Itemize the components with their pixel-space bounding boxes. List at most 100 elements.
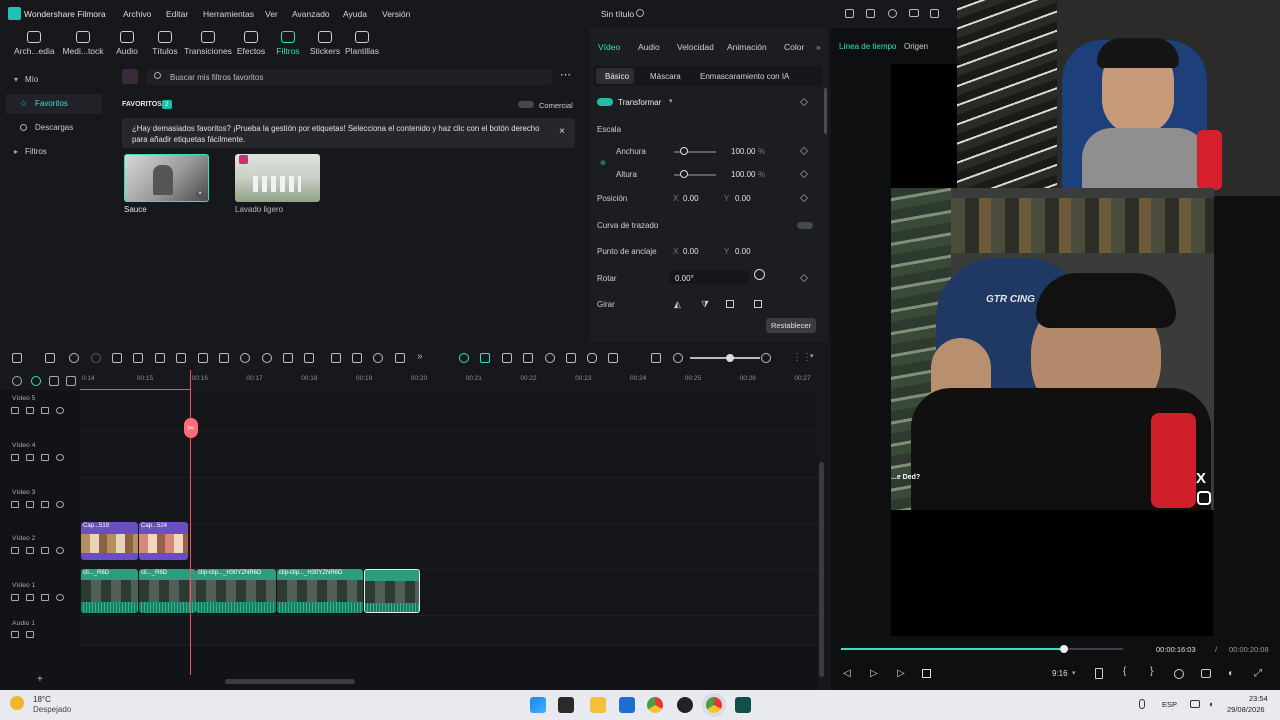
altura-slider-knob[interactable] (680, 170, 688, 178)
grid-view-icon[interactable]: ⋮⋮ (792, 352, 812, 363)
more-options-icon[interactable]: ⋯ (560, 68, 571, 81)
scene-icon[interactable] (502, 353, 512, 363)
layout-icon[interactable] (12, 353, 22, 363)
track-manager-icon[interactable] (66, 376, 76, 386)
pos-x-value[interactable]: 0.00 (683, 194, 699, 203)
rotation-dial-icon[interactable] (754, 269, 765, 280)
ai-filter-button[interactable] (122, 69, 138, 84)
magic-icon[interactable] (41, 454, 49, 461)
previous-frame-icon[interactable]: ◁ (843, 668, 851, 679)
tab-origen[interactable]: Origen (904, 42, 928, 51)
horizontal-scrollbar[interactable] (225, 679, 355, 684)
link-icon[interactable] (523, 353, 533, 363)
pos-y-value[interactable]: 0.00 (735, 194, 751, 203)
eye-icon[interactable] (56, 501, 64, 508)
zoom-slider[interactable] (690, 357, 760, 359)
magic-icon[interactable] (41, 594, 49, 601)
keyframe-icon[interactable] (799, 97, 809, 107)
mute-icon[interactable] (26, 454, 34, 461)
weather-temp[interactable]: 18°C (33, 695, 51, 704)
weather-icon[interactable] (10, 696, 24, 710)
tool-archivos-media[interactable]: Arch...edia (14, 31, 55, 56)
monitor-icon[interactable] (909, 9, 919, 17)
ai-mate-icon[interactable] (459, 353, 469, 363)
select-icon[interactable] (45, 353, 55, 363)
chevron-down-icon[interactable]: ▾ (810, 352, 814, 360)
caption-clip[interactable]: Cap...524 (139, 522, 188, 560)
ai-icon[interactable] (373, 353, 383, 363)
mute-icon[interactable] (26, 547, 34, 554)
track-controls[interactable] (11, 631, 34, 638)
render-settings-icon[interactable] (1174, 669, 1184, 679)
mark-in-icon[interactable]: { (1123, 666, 1126, 677)
weather-desc[interactable]: Despejado (33, 705, 71, 714)
pip-icon[interactable] (651, 353, 661, 363)
track-controls[interactable] (11, 594, 64, 601)
anchura-slider-knob[interactable] (680, 147, 688, 155)
lock-icon[interactable] (11, 407, 19, 414)
task-view-icon[interactable] (558, 697, 574, 713)
filter-thumb-sauce[interactable]: + (124, 154, 209, 202)
filmora-taskbar-icon[interactable] (735, 697, 751, 713)
properties-scrollbar[interactable] (824, 88, 827, 134)
add-track-icon[interactable] (49, 376, 59, 386)
rotate-right-icon[interactable] (754, 300, 762, 308)
tab-audio[interactable]: Audio (638, 42, 660, 52)
fullscreen-icon[interactable]: ⤢ (1254, 668, 1262, 679)
altura-value[interactable]: 100.00 (731, 170, 755, 179)
filter-thumb-lavado[interactable] (235, 154, 320, 202)
undo-icon[interactable] (69, 353, 79, 363)
video-clip[interactable]: cli..._R6D (139, 569, 196, 613)
eye-icon[interactable] (56, 594, 64, 601)
support-icon[interactable] (888, 9, 897, 18)
rotar-value[interactable]: 0.00° (675, 274, 694, 283)
file-explorer-icon[interactable] (590, 697, 606, 713)
tool-audio[interactable]: Audio (112, 31, 142, 56)
transform-toggle[interactable] (597, 98, 613, 106)
send-icon[interactable] (866, 9, 875, 18)
mark-out-icon[interactable]: } (1150, 666, 1153, 677)
speed-icon[interactable] (240, 353, 250, 363)
zoom-out-icon[interactable] (673, 353, 683, 363)
start-icon[interactable] (530, 697, 546, 713)
chevron-down-icon[interactable]: ▾ (1072, 669, 1076, 677)
magic-icon[interactable] (41, 501, 49, 508)
tab-animacion[interactable]: Animación (727, 42, 767, 52)
vertical-scrollbar[interactable] (819, 462, 824, 677)
lock-icon[interactable] (11, 501, 19, 508)
curva-toggle[interactable] (797, 222, 813, 229)
menu-version[interactable]: Versión (382, 9, 410, 19)
track-controls[interactable] (11, 501, 64, 508)
snap-icon[interactable] (480, 353, 490, 363)
subtab-mascara[interactable]: Máscara (650, 72, 681, 81)
keyframe-icon[interactable] (799, 169, 809, 179)
settings-icon[interactable] (12, 376, 22, 386)
lock-icon[interactable] (11, 454, 19, 461)
sidebar-item-descargas[interactable]: Descargas (6, 118, 102, 138)
tool-transiciones[interactable]: Transiciones (184, 31, 232, 56)
magic-icon[interactable] (41, 407, 49, 414)
split-icon[interactable] (133, 353, 143, 363)
lock-icon[interactable]: ⊕ (600, 159, 606, 167)
tool-efectos[interactable]: Efectos (236, 31, 266, 56)
smart-icon[interactable] (395, 353, 405, 363)
eye-icon[interactable] (56, 454, 64, 461)
subtab-enmascaramiento-ia[interactable]: Enmascaramiento con IA (700, 72, 789, 81)
eye-icon[interactable] (56, 547, 64, 554)
keyframe-icon[interactable] (799, 273, 809, 283)
zoom-slider-knob[interactable] (726, 354, 734, 362)
language-indicator[interactable]: ESP (1162, 700, 1177, 709)
tab-velocidad[interactable]: Velocidad (677, 42, 714, 52)
video-clip[interactable]: clip-clip..._H30YZNR6D (277, 569, 363, 613)
tool-plantillas[interactable]: Plantillas (345, 31, 379, 56)
tab-linea-de-tiempo[interactable]: Línea de tiempo (839, 42, 896, 51)
recorder-icon[interactable] (677, 697, 693, 713)
reset-button[interactable]: Restablecer (766, 318, 816, 333)
eye-icon[interactable] (56, 407, 64, 414)
commercial-toggle[interactable] (518, 101, 534, 108)
sidebar-item-mio[interactable]: ▾ Mío (6, 70, 102, 90)
clock-date[interactable]: 29/08/2026 (1227, 705, 1265, 714)
aspect-ratio-select[interactable]: 9:16 (1052, 669, 1068, 678)
tab-color[interactable]: Color (784, 42, 804, 52)
menu-herramientas[interactable]: Herramientas (203, 9, 254, 19)
